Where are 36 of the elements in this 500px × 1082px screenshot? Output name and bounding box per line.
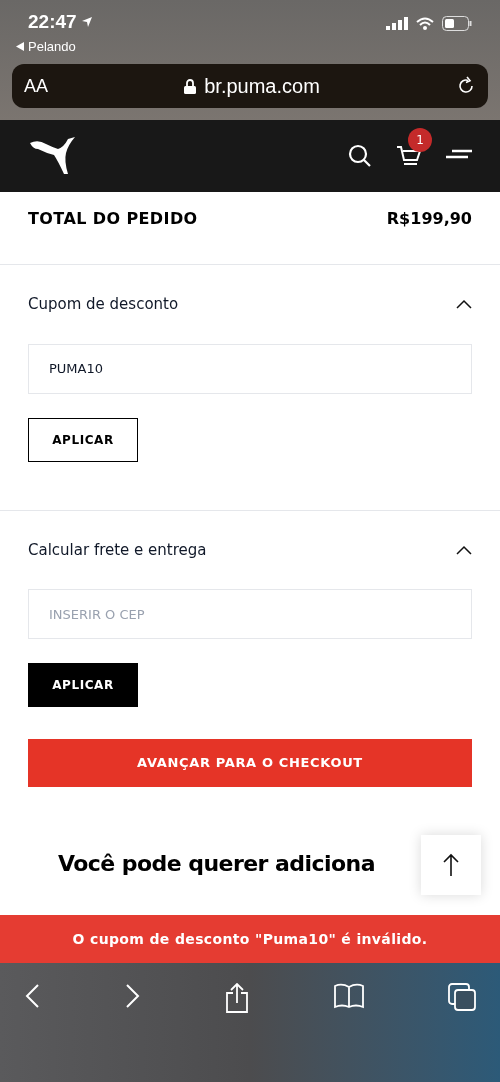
share-icon[interactable] <box>225 983 249 1013</box>
back-triangle-icon <box>16 41 24 51</box>
url-text: br.puma.com <box>204 74 320 99</box>
back-icon[interactable] <box>24 983 40 1009</box>
cart-icon[interactable] <box>396 144 422 168</box>
lock-icon <box>184 78 197 94</box>
reload-icon[interactable] <box>456 76 476 96</box>
accordion-header[interactable]: Cupom de desconto <box>28 293 472 316</box>
chevron-up-icon <box>456 299 472 310</box>
arrow-up-icon <box>443 853 459 877</box>
order-total-label: TOTAL DO PEDIDO <box>28 208 198 230</box>
apply-button[interactable]: APLICAR <box>28 663 138 707</box>
book-icon[interactable] <box>333 983 364 1009</box>
accordion-header[interactable]: Calcular frete e entrega <box>28 538 472 561</box>
chevron-up-icon <box>456 544 472 555</box>
apply-button[interactable]: APLICAR <box>28 417 138 462</box>
status-time: 22:47 <box>28 10 77 34</box>
scroll-to-top-button[interactable] <box>421 835 481 895</box>
text-size-button[interactable]: AA <box>24 72 48 100</box>
text-field[interactable]: PUMA10 <box>28 343 472 394</box>
wifi-icon <box>416 17 434 30</box>
error-toast: O cupom de desconto "Puma10" é inválido. <box>0 915 500 963</box>
signal-icon <box>386 17 408 30</box>
tabs-icon[interactable] <box>448 983 476 1011</box>
cart-count-badge: 1 <box>408 128 432 152</box>
text-field[interactable]: INSERIR O CEP <box>28 589 472 639</box>
address-bar[interactable]: AA br.puma.com <box>12 64 488 108</box>
battery-icon <box>442 16 472 31</box>
order-total-value: R$199,90 <box>386 208 472 230</box>
forward-icon[interactable] <box>124 983 141 1009</box>
cat-logo-icon[interactable] <box>28 137 78 175</box>
back-to-app-link[interactable]: Pelando <box>16 36 93 56</box>
section-heading: Você pode querer adiciona <box>58 850 375 878</box>
location-arrow-icon <box>80 16 93 29</box>
search-icon[interactable] <box>348 144 372 168</box>
checkout-button[interactable]: AVANÇAR PARA O CHECKOUT <box>28 739 472 787</box>
